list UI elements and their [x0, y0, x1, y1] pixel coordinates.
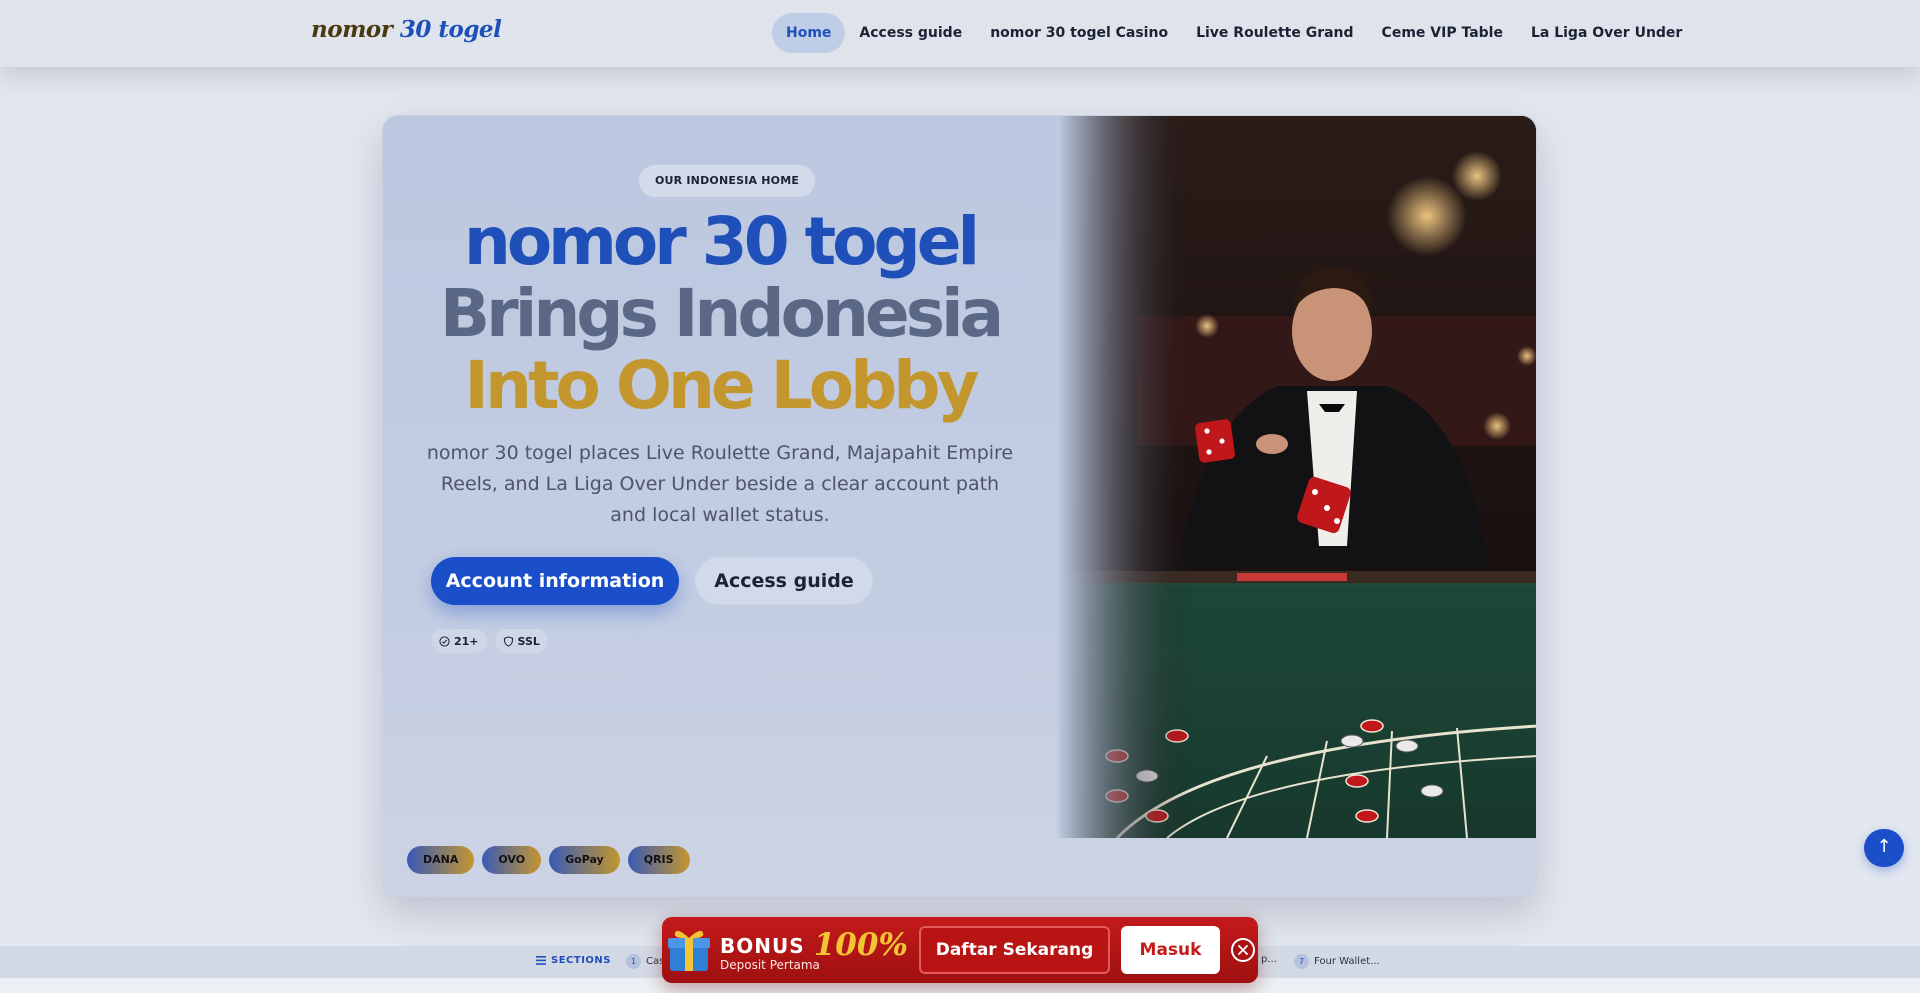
age-badge-label: 21+ — [454, 634, 479, 648]
check-circle-icon — [439, 635, 450, 647]
account-information-button[interactable]: Account information — [431, 557, 679, 605]
logo-word-2: 30 togel — [399, 16, 502, 43]
bonus-subtext: Deposit Pertama — [720, 958, 820, 972]
list-icon — [536, 956, 546, 965]
wallet-label: GoPay — [565, 853, 604, 866]
close-banner-button[interactable] — [1231, 938, 1255, 962]
bonus-percent: 100% — [813, 927, 908, 963]
section-link-7[interactable]: 7 Four Wallet... — [1294, 954, 1380, 969]
sections-label-text: SECTIONS — [551, 955, 611, 966]
close-icon — [1238, 945, 1248, 955]
hero-casino-photo — [1057, 116, 1536, 838]
login-button[interactable]: Masuk — [1121, 926, 1220, 974]
sections-label[interactable]: SECTIONS — [536, 955, 611, 966]
gift-icon — [668, 930, 710, 971]
site-logo[interactable]: nomor 30 togel — [311, 16, 502, 43]
wallet-chips: DANA OVO GoPay QRIS — [407, 846, 690, 874]
nav-home[interactable]: Home — [772, 13, 846, 53]
ssl-badge: SSL — [494, 629, 548, 653]
section-number: 1 — [626, 954, 641, 969]
nav-access-guide[interactable]: Access guide — [845, 13, 976, 53]
nav-ceme-vip[interactable]: Ceme VIP Table — [1368, 13, 1517, 53]
logo-word-1: nomor — [311, 16, 393, 43]
hero-headline: nomor 30 togel Brings Indonesia Into One… — [383, 206, 1057, 422]
headline-line-2: Brings Indonesia — [439, 275, 1004, 352]
wallet-chip-qris: QRIS — [627, 846, 690, 874]
headline-line-1: nomor 30 togel — [463, 203, 980, 280]
section-link-1[interactable]: 1 Cas — [626, 954, 664, 969]
age-badge: 21+ — [431, 629, 487, 653]
hero-eyebrow: OUR INDONESIA HOME — [639, 165, 816, 197]
section-link-label: Four Wallet... — [1314, 956, 1380, 967]
nav-la-liga[interactable]: La Liga Over Under — [1517, 13, 1696, 53]
wallet-label: OVO — [498, 853, 526, 866]
access-guide-button[interactable]: Access guide — [695, 557, 873, 605]
section-link-partial[interactable]: p... — [1261, 954, 1277, 965]
section-link-label: p... — [1261, 954, 1277, 965]
wallet-chip-dana: DANA — [407, 846, 475, 874]
scroll-to-top-button[interactable]: ↑ — [1864, 829, 1904, 867]
arrow-up-icon: ↑ — [1876, 836, 1892, 857]
wallet-chip-gopay: GoPay — [549, 846, 620, 874]
bonus-banner: BONUS 100% Deposit Pertama Daftar Sekara… — [662, 917, 1258, 983]
headline-line-3: Into One Lobby — [464, 347, 979, 424]
bonus-word: BONUS — [720, 934, 805, 958]
ssl-badge-label: SSL — [517, 634, 540, 648]
wallet-label: DANA — [423, 853, 459, 866]
shield-icon — [503, 635, 513, 647]
hero-card: OUR INDONESIA HOME nomor 30 togel Brings… — [382, 115, 1537, 897]
wallet-chip-ovo: OVO — [482, 846, 542, 874]
hero-subtitle: nomor 30 togel places Live Roulette Gran… — [426, 442, 1014, 526]
register-now-button[interactable]: Daftar Sekarang — [919, 926, 1110, 974]
trust-badges: 21+ SSL — [431, 629, 548, 653]
nav-casino[interactable]: nomor 30 togel Casino — [976, 13, 1182, 53]
main-nav: Home Access guide nomor 30 togel Casino … — [772, 13, 1696, 53]
nav-live-roulette[interactable]: Live Roulette Grand — [1182, 13, 1367, 53]
section-number: 7 — [1294, 954, 1309, 969]
hero-content: OUR INDONESIA HOME nomor 30 togel Brings… — [383, 116, 1057, 896]
wallet-label: QRIS — [643, 853, 674, 866]
site-header: nomor 30 togel Home Access guide nomor 3… — [0, 0, 1920, 67]
